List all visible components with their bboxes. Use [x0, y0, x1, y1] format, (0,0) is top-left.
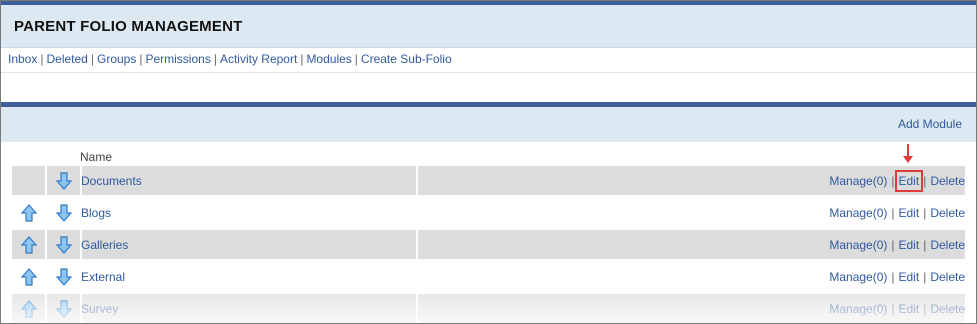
modules-toolbar: Add Module [1, 107, 976, 142]
table-row: Galleries Manage(0) | Edit | Delete [12, 230, 965, 259]
column-header-name: Name [80, 150, 113, 164]
manage-link[interactable]: Manage(0) [829, 302, 887, 316]
manage-link[interactable]: Manage(0) [829, 238, 887, 252]
move-down-icon[interactable] [55, 300, 73, 318]
row-actions: Manage(0) | Edit | Delete [829, 302, 965, 316]
nav-permissions[interactable]: Permissions [145, 52, 210, 66]
move-down-cell [47, 294, 82, 323]
move-up-cell [12, 294, 47, 323]
manage-link[interactable]: Manage(0) [829, 206, 887, 220]
delete-link[interactable]: Delete [930, 270, 965, 284]
move-down-cell [47, 166, 82, 195]
move-up-cell [12, 230, 47, 259]
move-down-cell [47, 198, 82, 227]
module-name-link[interactable]: Galleries [81, 238, 128, 252]
manage-link[interactable]: Manage(0) [829, 270, 887, 284]
edit-link[interactable]: Edit [894, 170, 924, 192]
row-actions: Manage(0) | Edit | Delete [829, 170, 965, 192]
move-down-cell [47, 230, 82, 259]
page-header: PARENT FOLIO MANAGEMENT [1, 5, 976, 48]
add-module-link[interactable]: Add Module [898, 117, 962, 131]
row-actions: Manage(0) | Edit | Delete [829, 238, 965, 252]
move-up-icon[interactable] [20, 236, 38, 254]
row-actions: Manage(0) | Edit | Delete [829, 270, 965, 284]
edit-link[interactable]: Edit [899, 302, 920, 316]
red-arrow-icon [903, 144, 913, 163]
move-up-cell [12, 166, 47, 195]
move-up-cell [12, 198, 47, 227]
table-row: Documents Manage(0) | Edit | Delete [12, 166, 965, 195]
move-down-icon[interactable] [55, 172, 73, 190]
page-frame: PARENT FOLIO MANAGEMENT Inbox | Deleted | Gr… [0, 0, 977, 324]
manage-link[interactable]: Manage(0) [829, 174, 887, 188]
divider [1, 72, 976, 73]
nav-bar: Inbox | Deleted | Groups | Permissions | Activit… [8, 52, 452, 66]
module-name-link[interactable]: Documents [81, 174, 142, 188]
move-up-icon[interactable] [20, 204, 38, 222]
move-up-cell [12, 262, 47, 291]
move-down-icon[interactable] [55, 236, 73, 254]
module-name-link[interactable]: Blogs [81, 206, 111, 220]
nav-activity-report[interactable]: Activity Report [220, 52, 297, 66]
page-title: PARENT FOLIO MANAGEMENT [14, 18, 243, 35]
edit-link[interactable]: Edit [899, 238, 920, 252]
edit-link[interactable]: Edit [899, 270, 920, 284]
row-actions: Manage(0) | Edit | Delete [829, 206, 965, 220]
move-down-icon[interactable] [55, 204, 73, 222]
delete-link[interactable]: Delete [930, 174, 965, 188]
move-up-icon[interactable] [20, 300, 38, 318]
module-name-link[interactable]: External [81, 270, 125, 284]
table-row: External Manage(0) | Edit | Delete [12, 262, 965, 291]
move-down-icon[interactable] [55, 268, 73, 286]
delete-link[interactable]: Delete [930, 302, 965, 316]
nav-create-sub-folio[interactable]: Create Sub-Folio [361, 52, 452, 66]
table-row: Survey Manage(0) | Edit | Delete [12, 294, 965, 323]
delete-link[interactable]: Delete [930, 206, 965, 220]
table-row: Blogs Manage(0) | Edit | Delete [12, 198, 965, 227]
edit-link[interactable]: Edit [899, 206, 920, 220]
move-up-icon[interactable] [20, 268, 38, 286]
delete-link[interactable]: Delete [930, 238, 965, 252]
module-name-link[interactable]: Survey [81, 302, 118, 316]
nav-groups[interactable]: Groups [97, 52, 136, 66]
move-down-cell [47, 262, 82, 291]
nav-inbox[interactable]: Inbox [8, 52, 37, 66]
nav-modules[interactable]: Modules [306, 52, 351, 66]
nav-deleted[interactable]: Deleted [46, 52, 87, 66]
